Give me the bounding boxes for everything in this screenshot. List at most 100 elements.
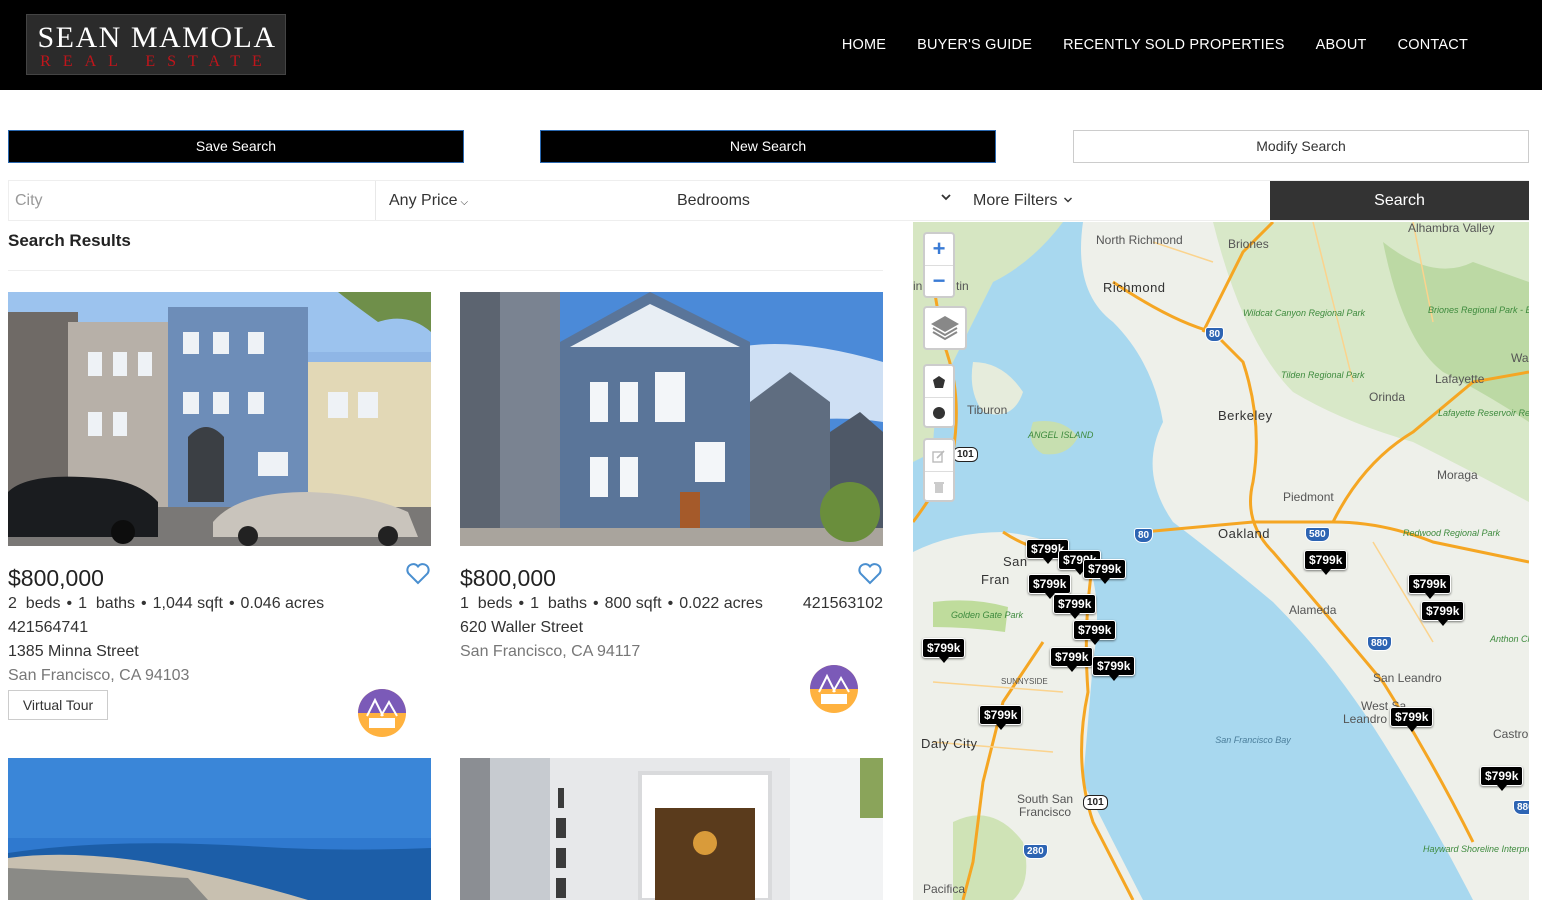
listing-photo[interactable] xyxy=(8,292,431,546)
map-label-golden-gate-park: Golden Gate Park xyxy=(951,610,1024,620)
listing-card[interactable] xyxy=(460,758,883,900)
chevron-down-icon xyxy=(1060,197,1073,208)
map-price-pin[interactable]: $799k xyxy=(1028,574,1072,599)
acres: 0.046 acres xyxy=(240,595,325,612)
map-label-redwood-park: Redwood Regional Park xyxy=(1403,528,1501,538)
beds-count: 1 xyxy=(460,595,469,612)
map-price-pin[interactable]: $799k xyxy=(1421,601,1465,626)
highway-shield-icon: 880 xyxy=(1513,800,1529,815)
listing-card[interactable]: $800,000 1 beds • 1 baths • 800 sqft • 0.022 a… xyxy=(460,292,883,742)
map-label-tilden: Tilden Regional Park xyxy=(1281,370,1365,380)
nav-contact[interactable]: CONTACT xyxy=(1398,37,1468,53)
baths-label: baths xyxy=(547,595,588,612)
map-label-sf-bay: San Francisco Bay xyxy=(1215,735,1291,745)
highway-shield-icon: 80 xyxy=(1134,528,1154,543)
baths-count: 1 xyxy=(530,595,540,612)
map-price-pin[interactable]: $799k xyxy=(1390,707,1434,732)
more-filters-dropdown[interactable]: More Filters xyxy=(973,181,1073,220)
map-label-point-2: tin xyxy=(956,279,969,293)
edit-layers-icon[interactable] xyxy=(925,440,953,471)
brokerage-badge-icon xyxy=(357,688,407,738)
listing-price: $800,000 xyxy=(460,565,556,591)
more-filters-label: More Filters xyxy=(973,192,1058,209)
map-label-angel-island: ANGEL ISLAND xyxy=(1028,430,1094,440)
nav-about[interactable]: ABOUT xyxy=(1316,37,1367,53)
new-search-button[interactable]: New Search xyxy=(540,130,996,163)
chevron-down-icon: ⌵ xyxy=(460,197,469,208)
map-label-tiburon: Tiburon xyxy=(967,403,1008,417)
map-label-walnut: Wal xyxy=(1511,351,1529,365)
city-address: San Francisco, CA 94117 xyxy=(460,643,641,660)
map-price-pin[interactable]: $799k xyxy=(1480,766,1524,791)
map-label-daly-city: Daly City xyxy=(921,736,978,751)
bedrooms-label: Bedrooms xyxy=(677,192,750,209)
listing-card[interactable] xyxy=(8,758,431,900)
beds-count: 2 xyxy=(8,595,17,612)
draw-circle-icon[interactable] xyxy=(925,397,953,428)
map-label-orinda: Orinda xyxy=(1369,390,1406,404)
price-dropdown[interactable]: Any Price ⌵ xyxy=(389,181,468,220)
favorite-heart-icon[interactable] xyxy=(405,562,431,586)
map-label-briones: Briones xyxy=(1228,237,1269,251)
property-map[interactable]: North Richmond Richmond Briones Alhambra… xyxy=(913,222,1529,900)
map-price-pin[interactable]: $799k xyxy=(1053,594,1097,619)
zoom-in-button[interactable]: + xyxy=(925,234,953,265)
nav-buyers-guide[interactable]: BUYER'S GUIDE xyxy=(917,37,1032,53)
map-price-pin[interactable]: $799k xyxy=(922,638,966,663)
baths-label: baths xyxy=(95,595,136,612)
map-price-pin[interactable]: $799k xyxy=(1073,620,1117,645)
sqft: 1,044 sqft xyxy=(152,595,223,612)
mls-number: 421564741 xyxy=(8,619,89,636)
map-price-pin[interactable]: $799k xyxy=(1304,550,1348,575)
chevron-down-icon xyxy=(940,181,952,220)
map-price-pin[interactable]: $799k xyxy=(979,705,1023,730)
draw-polygon-icon[interactable] xyxy=(925,366,953,397)
city-input[interactable]: City xyxy=(9,181,376,220)
map-label-san-francisco-2: Fran xyxy=(981,572,1010,587)
modify-search-button[interactable]: Modify Search xyxy=(1073,130,1529,163)
brokerage-badge-icon xyxy=(809,664,859,714)
listing-photo[interactable] xyxy=(460,758,883,900)
price-label: Any Price xyxy=(389,192,458,209)
map-label-hayward-shoreline: Hayward Shoreline Interpretive Center xyxy=(1423,844,1529,854)
baths-count: 1 xyxy=(78,595,88,612)
nav-home[interactable]: HOME xyxy=(842,37,886,53)
map-label-san-francisco: San xyxy=(1003,554,1028,569)
map-label-north-richmond: North Richmond xyxy=(1096,233,1183,247)
listing-photo[interactable] xyxy=(460,292,883,546)
nav-recently-sold[interactable]: RECENTLY SOLD PROPERTIES xyxy=(1063,37,1285,53)
acres: 0.022 acres xyxy=(679,595,763,612)
highway-shield-icon: 101 xyxy=(1083,795,1108,810)
delete-layers-icon[interactable] xyxy=(925,471,953,502)
map-label-alameda: Alameda xyxy=(1289,603,1337,617)
top-navbar: SEAN MAMOLA REAL ESTATE HOME BUYER'S GUI… xyxy=(0,0,1542,90)
street-address: 1385 Minna Street xyxy=(8,643,139,660)
map-label-moraga: Moraga xyxy=(1437,468,1478,482)
save-search-button[interactable]: Save Search xyxy=(8,130,464,163)
search-button[interactable]: Search xyxy=(1270,181,1529,220)
map-label-oakland: Oakland xyxy=(1218,526,1270,541)
virtual-tour-button[interactable]: Virtual Tour xyxy=(8,690,108,720)
listing-details: 2 beds • 1 baths • 1,044 sqft • 0.046 acres xyxy=(8,595,325,612)
main-nav: HOME BUYER'S GUIDE RECENTLY SOLD PROPERT… xyxy=(842,37,1468,53)
zoom-out-button[interactable]: − xyxy=(925,265,953,296)
listing-card[interactable]: $800,000 2 beds • 1 baths • 1,044 sqft • 0.046… xyxy=(8,292,431,742)
filter-bar: City Any Price ⌵ Bedrooms More Filters Se… xyxy=(8,180,1529,221)
layers-button[interactable] xyxy=(923,306,967,350)
listing-photo[interactable] xyxy=(8,758,431,900)
map-price-pin[interactable]: $799k xyxy=(1050,647,1094,672)
city-address: San Francisco, CA 94103 xyxy=(8,667,190,684)
street-address: 620 Waller Street xyxy=(460,619,584,636)
edit-toolbar xyxy=(923,438,955,502)
map-label-lafayette-reservoir: Lafayette Reservoir Recreational Area xyxy=(1438,408,1529,418)
map-label-point: in xyxy=(913,279,923,293)
favorite-heart-icon[interactable] xyxy=(857,562,883,586)
site-logo[interactable]: SEAN MAMOLA REAL ESTATE xyxy=(26,14,286,75)
map-price-pin[interactable]: $799k xyxy=(1083,559,1127,584)
logo-name: SEAN MAMOLA xyxy=(37,21,277,54)
map-price-pin[interactable]: $799k xyxy=(1408,574,1452,599)
bedrooms-dropdown[interactable]: Bedrooms xyxy=(677,181,952,220)
divider xyxy=(8,270,883,271)
map-price-pin[interactable]: $799k xyxy=(1092,656,1136,681)
map-label-piedmont: Piedmont xyxy=(1283,490,1334,504)
